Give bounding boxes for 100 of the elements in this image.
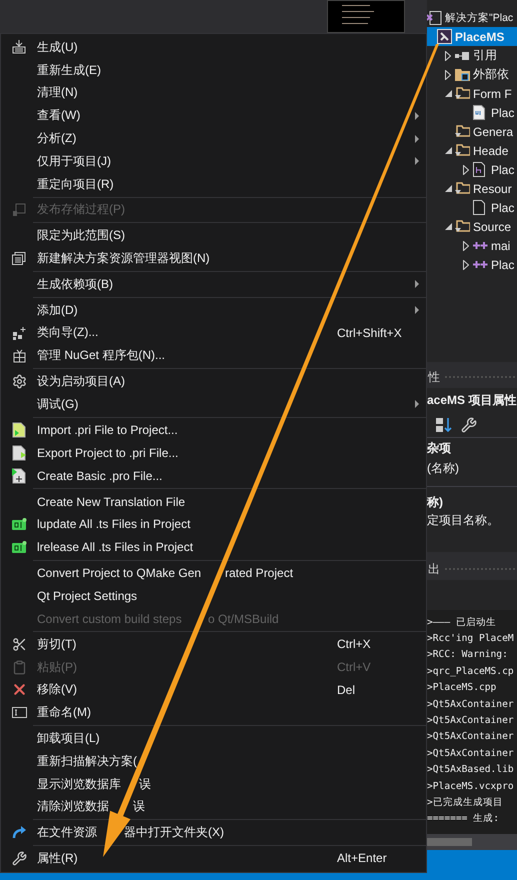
qt-icon [12,518,26,531]
expanded-icon[interactable] [444,90,452,97]
menu-item[interactable]: Create New Translation File [37,494,186,509]
filter-folder-icon [455,87,470,100]
menu-item[interactable]: 新建解决方案资源管理器视图(N) [37,250,210,268]
property-name: (名称) [427,460,459,476]
menu-item[interactable]: 生成(U) [37,38,78,56]
tree-item[interactable]: Heade [473,144,508,158]
collapsed-icon[interactable] [445,70,451,80]
menu-item[interactable]: Qt Project Settings [37,588,138,603]
output-line: >PlaceMS.vcxpro [427,780,514,792]
header-file-icon [473,162,485,177]
output-line: >Qt5AxContainer [427,698,514,710]
menu-item[interactable]: 属性(R) [37,850,78,867]
output-line: >Qt5AxContainer [427,715,514,726]
menu-item[interactable]: 重命名(M) [37,704,91,722]
menu-item[interactable]: 生成依赖项(B) [37,276,113,293]
menu-item[interactable]: 重新扫描解决方案( [37,752,137,770]
menu-item[interactable]: 重新生成(E) [37,62,101,79]
menu-item[interactable]: 清理(N) [37,84,78,102]
collapsed-icon[interactable] [463,240,469,250]
shortcut-text: Ctrl+V [337,660,371,674]
tree-item[interactable]: Resour [473,182,512,196]
tree-item[interactable]: mai [491,238,510,252]
collapsed-icon[interactable] [463,164,469,174]
class-wizard-icon [12,326,26,340]
menu-item[interactable]: 管理 NuGet 程序包(N)... [37,347,166,364]
expanded-icon[interactable] [444,147,452,154]
scrollbar-thumb[interactable] [427,838,472,846]
filter-folder-icon [455,182,470,195]
sort-az-icon[interactable] [435,416,453,432]
menu-item[interactable]: 添加(D) [37,302,78,319]
menu-item[interactable]: 显示浏览数据库 [37,776,121,793]
menu-item[interactable]: 类向导(Z)... [37,324,98,342]
ui-file-icon [473,105,485,120]
tree-item[interactable]: Plac [491,106,514,120]
output-line: >已完成生成项目 [427,796,503,809]
expanded-icon[interactable] [444,185,452,192]
menu-item[interactable]: 误 [133,798,145,816]
shortcut-text: Del [337,682,356,697]
menu-item[interactable]: 移除(V) [37,681,77,698]
folder-icon [455,68,470,81]
project-row[interactable]: PlaceMS [427,27,517,46]
tree-item[interactable]: 外部依 [473,66,509,83]
tree-item[interactable]: 引用 [473,47,497,64]
menu-item[interactable]: 重定向项目(R) [37,176,114,193]
menu-item[interactable]: lupdate All .ts Files in Project [37,517,190,532]
cut-icon [12,636,26,652]
wrench-icon[interactable] [461,416,477,432]
menu-item[interactable]: 查看(W) [37,107,80,124]
tree-item[interactable]: Genera [473,124,514,138]
filter-folder-icon [455,144,470,157]
output-line: ======= 生成: [427,812,499,826]
category-label: 杂项 [427,440,451,456]
menu-item[interactable]: Create Basic .pro File... [37,468,162,483]
tree-item[interactable]: Plac [491,200,514,214]
output-line: >Qt5AxBased.lib [427,764,514,776]
shortcut-text: Ctrl+X [337,637,371,652]
output-line: >PlaceMS.cpp [427,682,496,694]
expanded-icon[interactable] [444,223,452,230]
document-arrow-icon [12,422,26,438]
menu-item[interactable]: 分析(Z) [37,130,76,148]
menu-item[interactable]: Import .pri File to Project... [37,423,178,438]
menu-item[interactable]: 设为启动项目(A) [37,373,125,390]
menu-item[interactable]: rated Project [225,566,294,580]
plus-plus-icon [473,242,488,250]
menu-item[interactable]: lrelease All .ts Files in Project [37,540,194,554]
tree-item[interactable]: Plac [491,258,514,272]
tree-item[interactable]: Form F [473,86,512,100]
file-icon [473,200,485,215]
collapsed-icon[interactable] [463,260,469,270]
project-icon [437,29,452,44]
output-line: >——— 已启动生 [427,616,496,629]
menu-item[interactable]: 剪切(T) [37,636,76,653]
description-text: 定项目名称。 [427,512,499,528]
tree-item[interactable]: Plac [491,162,514,176]
tree-item[interactable]: Source [473,220,512,234]
panel-title: 出 [428,560,440,578]
description-title: 称) [427,494,443,510]
menu-item[interactable]: Convert Project to QMake Gen [37,566,202,580]
document-plus-icon [12,468,26,484]
object-name: aceMS 项目属性 [427,392,516,408]
output-line: >Qt5AxContainer [427,731,514,742]
references-icon [455,50,469,60]
menu-item[interactable]: 限定为此范围(S) [37,227,125,244]
menu-item[interactable]: 清除浏览数据 [37,798,109,816]
paste-icon [12,660,26,675]
menu-item[interactable]: 器中打开文件夹(X) [124,824,224,842]
menu-item[interactable]: 调试(G) [37,396,78,413]
menu-item[interactable]: 误 [139,776,151,793]
menu-item[interactable]: 卸载项目(L) [37,730,100,747]
build-icon [12,40,26,54]
collapsed-icon[interactable] [445,50,451,60]
menu-item[interactable]: Export Project to .pri File... [37,446,178,460]
menu-item[interactable]: 仅用于项目(J) [37,152,111,170]
output-line: >Qt5AxContainer [427,748,514,759]
package-icon [12,348,26,363]
tree-item[interactable]: 解决方案"Plac [445,10,514,24]
menu-item[interactable]: 在文件资源 [37,824,97,842]
qt-icon [12,540,26,554]
